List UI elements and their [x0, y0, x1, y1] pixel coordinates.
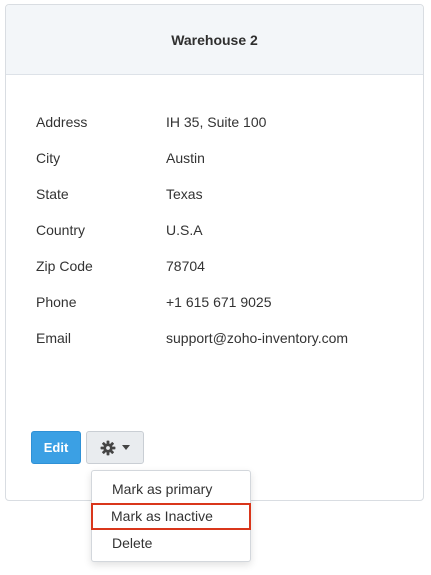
menu-item-delete[interactable]: Delete: [92, 530, 250, 557]
state-value: Texas: [166, 186, 203, 202]
phone-value: +1 615 671 9025: [166, 294, 272, 310]
address-value: IH 35, Suite 100: [166, 114, 267, 130]
detail-row-zip-code: Zip Code 78704: [36, 257, 406, 293]
detail-row-state: State Texas: [36, 185, 406, 221]
address-label: Address: [36, 114, 88, 130]
menu-item-mark-as-inactive[interactable]: Mark as Inactive: [91, 503, 251, 530]
settings-dropdown-menu: Mark as primary Mark as Inactive Delete: [91, 470, 251, 562]
email-value: support@zoho-inventory.com: [166, 330, 349, 346]
detail-row-address: Address IH 35, Suite 100: [36, 113, 406, 149]
edit-button[interactable]: Edit: [31, 431, 81, 464]
state-label: State: [36, 186, 69, 202]
detail-row-phone: Phone +1 615 671 9025: [36, 293, 406, 329]
city-label: City: [36, 150, 61, 166]
caret-down-icon: [122, 445, 130, 450]
city-value: Austin: [166, 150, 205, 166]
settings-dropdown-button[interactable]: [86, 431, 144, 464]
email-label: Email: [36, 330, 72, 346]
detail-row-country: Country U.S.A: [36, 221, 406, 257]
menu-item-mark-as-primary[interactable]: Mark as primary: [92, 476, 250, 503]
detail-row-email: Email support@zoho-inventory.com: [36, 329, 406, 365]
warehouse-card: Warehouse 2 Address IH 35, Suite 100 Cit…: [5, 4, 424, 501]
warehouse-details: Address IH 35, Suite 100 City Austin Sta…: [36, 113, 406, 365]
country-value: U.S.A: [166, 222, 203, 238]
zip-code-value: 78704: [166, 258, 205, 274]
gear-icon: [100, 440, 116, 456]
phone-label: Phone: [36, 294, 77, 310]
warehouse-title: Warehouse 2: [171, 31, 258, 48]
detail-row-city: City Austin: [36, 149, 406, 185]
country-label: Country: [36, 222, 86, 238]
zip-code-label: Zip Code: [36, 258, 93, 274]
card-header: Warehouse 2: [6, 5, 423, 75]
